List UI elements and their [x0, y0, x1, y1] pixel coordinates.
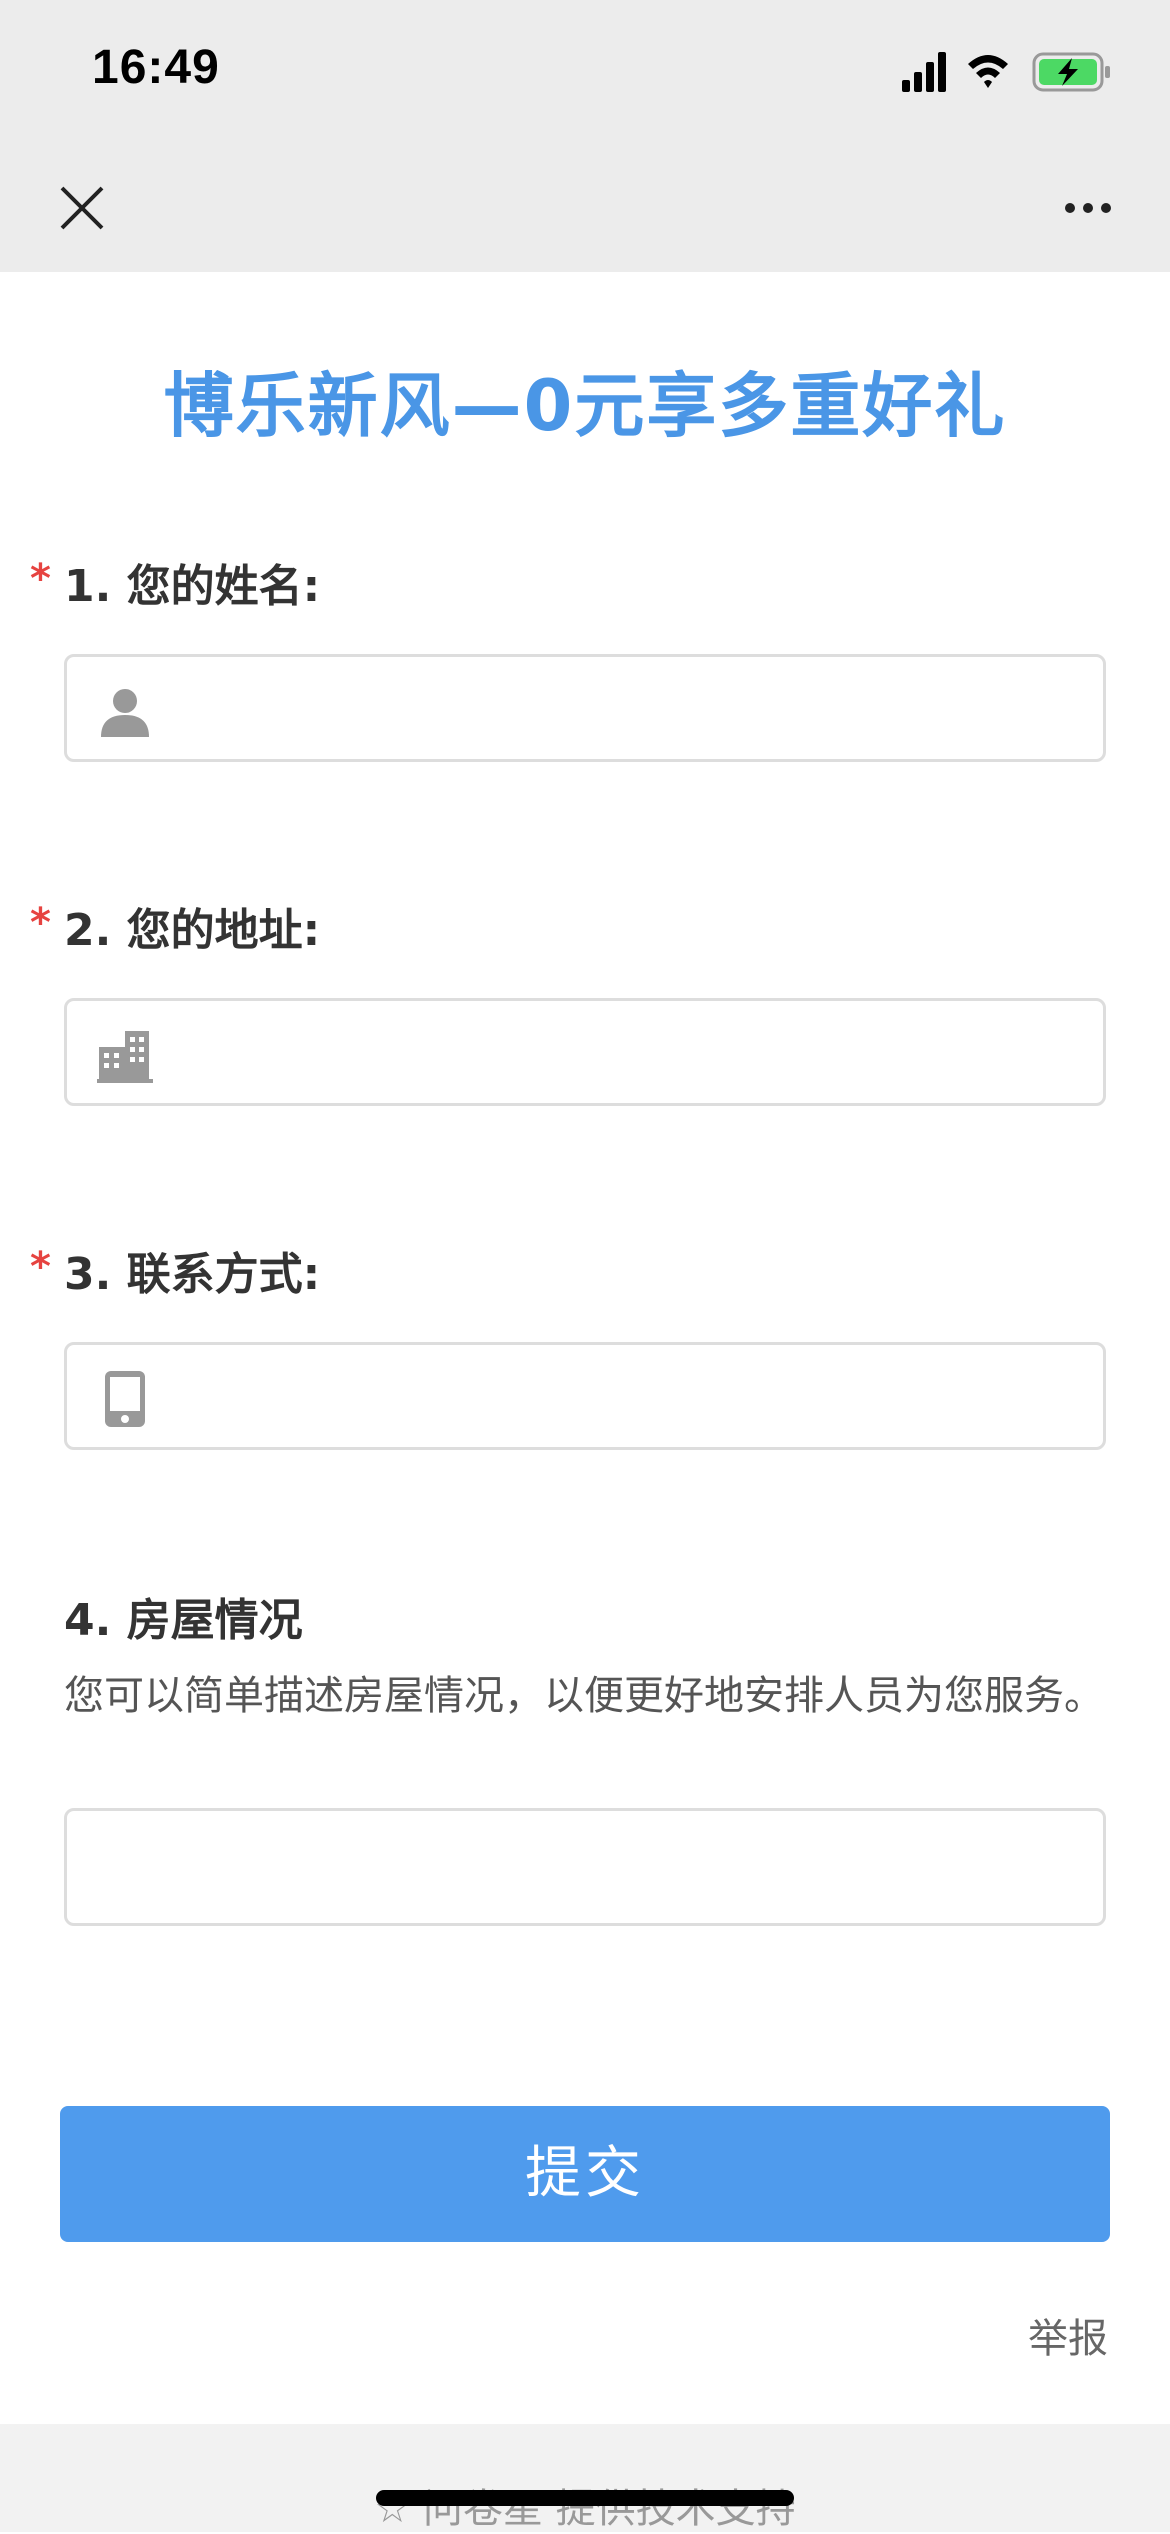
form-title: 博乐新风—0元享多重好礼 [163, 365, 1007, 447]
close-icon [60, 186, 104, 230]
person-icon [101, 689, 149, 737]
required-star: * [30, 556, 51, 602]
name-field[interactable] [64, 654, 1106, 762]
question-4-label: 4. 房屋情况 [64, 1595, 303, 1646]
status-bar: 16:49 [0, 0, 1170, 140]
status-icons [902, 52, 1110, 92]
question-3-label: 3. 联系方式: [64, 1249, 321, 1300]
status-time: 16:49 [92, 41, 220, 94]
required-star: * [30, 1244, 51, 1290]
name-input[interactable] [177, 657, 1081, 761]
footer: ☆ 问卷星 提供技术支持 [0, 2424, 1170, 2532]
battery-charging-icon [1032, 52, 1110, 92]
close-button[interactable] [40, 166, 124, 250]
contact-field[interactable] [64, 1342, 1106, 1450]
question-2-label: 2. 您的地址: [64, 905, 321, 956]
address-field[interactable] [64, 998, 1106, 1106]
question-1-label: 1. 您的姓名: [64, 561, 321, 612]
phone-icon [105, 1371, 145, 1427]
question-4-description: 您可以简单描述房屋情况，以便更好地安排人员为您服务。 [64, 1673, 1104, 1719]
submit-button[interactable]: 提交 [60, 2106, 1110, 2242]
wifi-icon [968, 55, 1008, 88]
contact-input[interactable] [177, 1345, 1081, 1449]
house-info-textarea[interactable] [64, 1808, 1106, 1926]
nav-bar [0, 140, 1170, 272]
signal-icon [902, 52, 946, 92]
report-link[interactable]: 举报 [1028, 2306, 1108, 2364]
required-star: * [30, 900, 51, 946]
more-button[interactable] [1046, 166, 1130, 250]
building-icon [97, 1031, 153, 1083]
more-icon [1065, 203, 1111, 213]
address-input[interactable] [177, 1001, 1081, 1105]
home-indicator [376, 2490, 794, 2506]
